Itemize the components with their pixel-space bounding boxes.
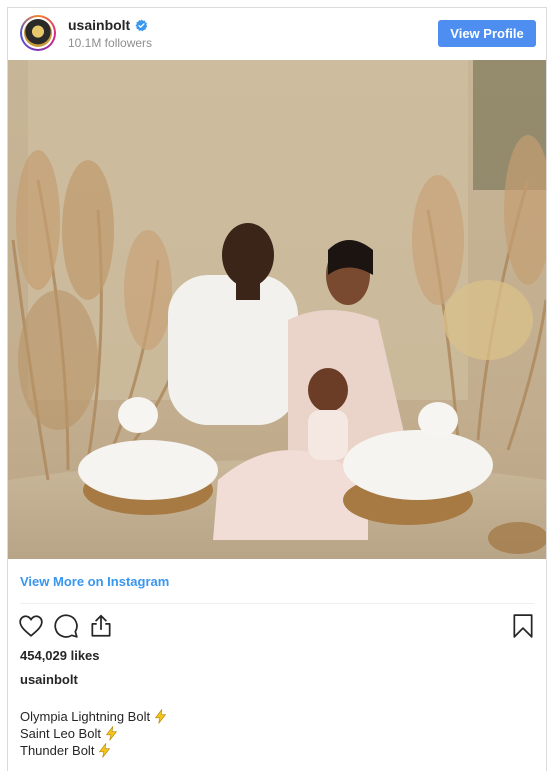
caption-text: Olympia Lightning Bolt Saint Leo Bolt Th… bbox=[20, 708, 168, 759]
like-count[interactable]: 454,029 likes bbox=[20, 648, 100, 663]
avatar-image bbox=[24, 19, 52, 47]
caption-line: Saint Leo Bolt bbox=[20, 725, 168, 742]
bookmark-icon[interactable] bbox=[510, 613, 536, 639]
lightning-bolt-icon bbox=[154, 709, 167, 724]
post-photo[interactable] bbox=[8, 60, 546, 559]
family-photo-image bbox=[8, 60, 546, 559]
follower-count: 10.1M followers bbox=[68, 36, 153, 50]
caption-line: Olympia Lightning Bolt bbox=[20, 708, 168, 725]
instagram-embed-card: usainbolt 10.1M followers View Profile V… bbox=[7, 7, 547, 771]
heart-icon[interactable] bbox=[18, 613, 44, 639]
action-bar bbox=[8, 611, 546, 641]
view-more-link[interactable]: View More on Instagram bbox=[20, 574, 169, 589]
lightning-bolt-icon bbox=[99, 743, 111, 758]
lightning-bolt-icon bbox=[105, 726, 118, 741]
verified-badge-icon bbox=[135, 19, 148, 31]
view-profile-button[interactable]: View Profile bbox=[438, 20, 536, 47]
divider bbox=[20, 603, 534, 604]
caption-line: Thunder Bolt bbox=[20, 742, 168, 759]
post-header: usainbolt 10.1M followers View Profile bbox=[8, 8, 546, 60]
username[interactable]: usainbolt bbox=[68, 17, 130, 33]
caption-username[interactable]: usainbolt bbox=[20, 672, 78, 687]
comment-icon[interactable] bbox=[53, 613, 79, 639]
share-icon[interactable] bbox=[88, 613, 114, 639]
avatar[interactable] bbox=[20, 15, 56, 51]
